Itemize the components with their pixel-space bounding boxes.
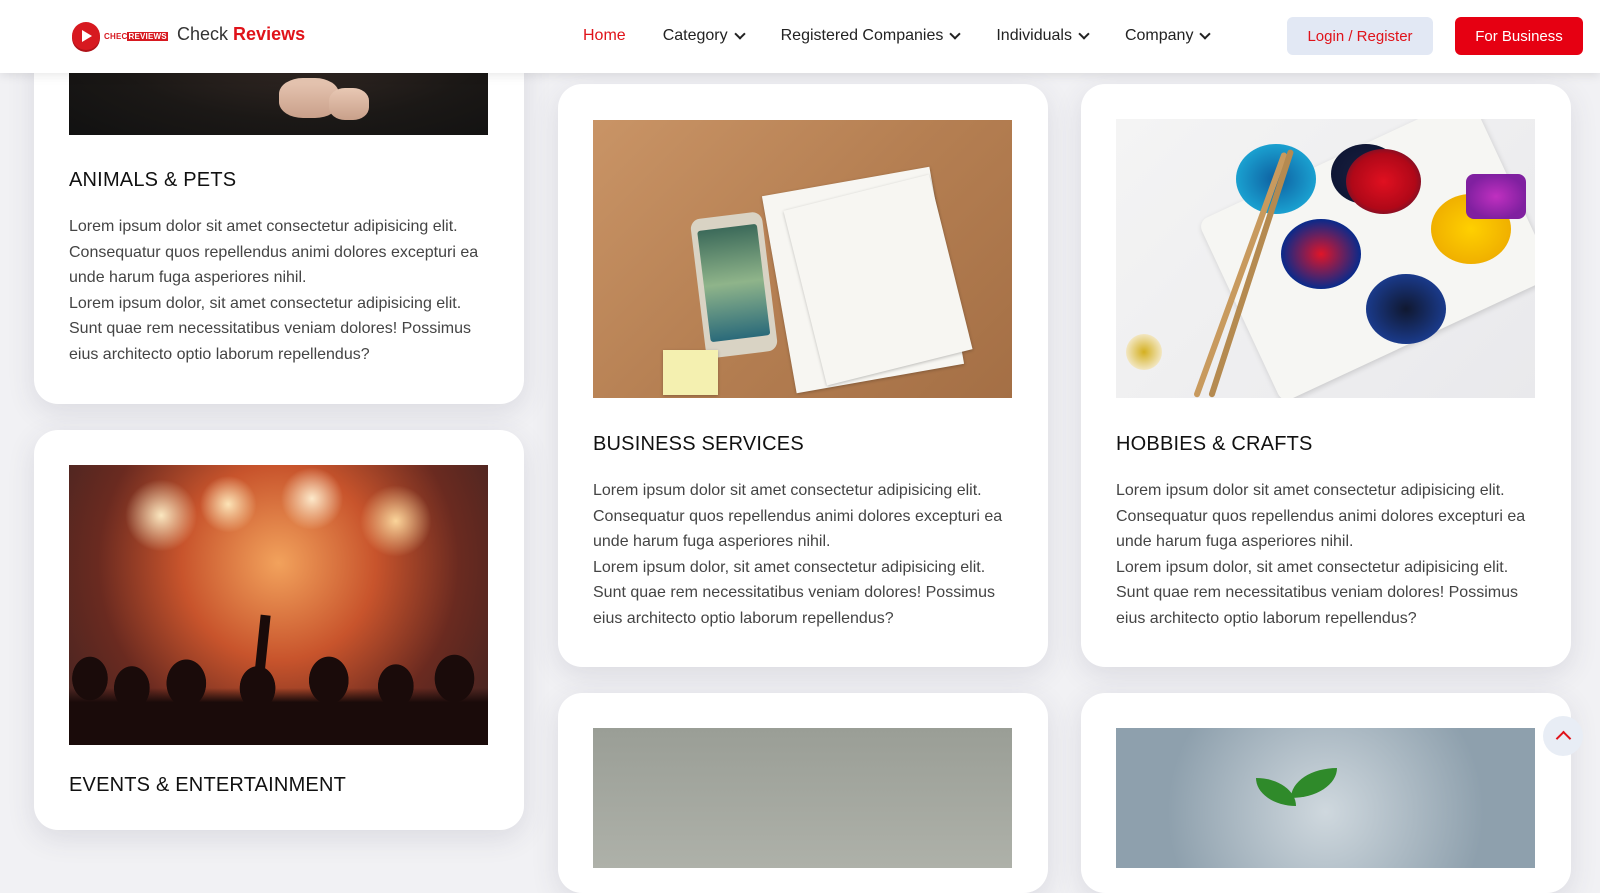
category-card-business-services[interactable]: BUSINESS SERVICES Lorem ipsum dolor sit … (558, 84, 1048, 667)
login-register-button[interactable]: Login / Register (1287, 17, 1433, 55)
chevron-down-icon (733, 28, 746, 40)
for-business-button[interactable]: For Business (1455, 17, 1583, 55)
card-image-hobbies (1116, 119, 1535, 398)
site-header: CHECREVIEWS Check Reviews Home Category … (0, 0, 1600, 73)
nav-individuals[interactable]: Individuals (996, 27, 1090, 45)
card-description: Lorem ipsum dolor sit amet consectetur a… (1116, 482, 1526, 627)
logo-wordmark: CHECREVIEWS (104, 31, 168, 41)
scroll-to-top-button[interactable] (1543, 716, 1583, 756)
phone-shape (689, 211, 779, 359)
paint-red (1346, 149, 1421, 214)
nav-home[interactable]: Home (583, 27, 626, 45)
chevron-up-icon (1555, 730, 1571, 747)
nav-registered-companies[interactable]: Registered Companies (781, 27, 962, 45)
card-description: Lorem ipsum dolor sit amet consectetur a… (69, 218, 479, 363)
category-card-bottom-right[interactable] (1081, 693, 1571, 893)
brand-strong: Reviews (233, 24, 306, 44)
leaf-shape (1291, 768, 1337, 798)
category-card-events-entertainment[interactable]: EVENTS & ENTERTAINMENT (34, 430, 524, 830)
card-title: ANIMALS & PETS (69, 169, 237, 191)
nav-company[interactable]: Company (1125, 27, 1212, 45)
play-icon (72, 22, 100, 50)
main-nav: Home Category Registered Companies Indiv… (583, 27, 1246, 45)
sticky-note (663, 350, 718, 395)
chevron-down-icon (1078, 28, 1090, 40)
brand-prefix: Check (177, 24, 229, 44)
brand-name[interactable]: Check Reviews (177, 24, 305, 45)
category-card-hobbies-crafts[interactable]: HOBBIES & CRAFTS Lorem ipsum dolor sit a… (1081, 84, 1571, 667)
card-title: EVENTS & ENTERTAINMENT (69, 774, 347, 796)
nav-category[interactable]: Category (663, 27, 746, 45)
card-image (593, 728, 1012, 868)
card-image (1116, 728, 1535, 868)
card-title: HOBBIES & CRAFTS (1116, 433, 1313, 455)
paint-tube-purple (1466, 174, 1526, 219)
oil-cup (1126, 334, 1162, 370)
paw-shape (329, 88, 369, 120)
card-image-events (69, 465, 488, 745)
site-logo[interactable]: CHECREVIEWS (72, 19, 168, 53)
card-description: Lorem ipsum dolor sit amet consectetur a… (593, 482, 1003, 627)
chevron-down-icon (1199, 28, 1212, 40)
card-image-business (593, 120, 1012, 398)
crowd-silhouette (69, 650, 488, 745)
chevron-down-icon (949, 28, 962, 40)
leaf-shape (1256, 778, 1296, 806)
category-card-bottom-middle[interactable] (558, 693, 1048, 893)
paint-red-blue (1281, 219, 1361, 289)
card-title: BUSINESS SERVICES (593, 433, 804, 455)
phone-screen (697, 223, 771, 343)
paint-dark (1366, 274, 1446, 344)
